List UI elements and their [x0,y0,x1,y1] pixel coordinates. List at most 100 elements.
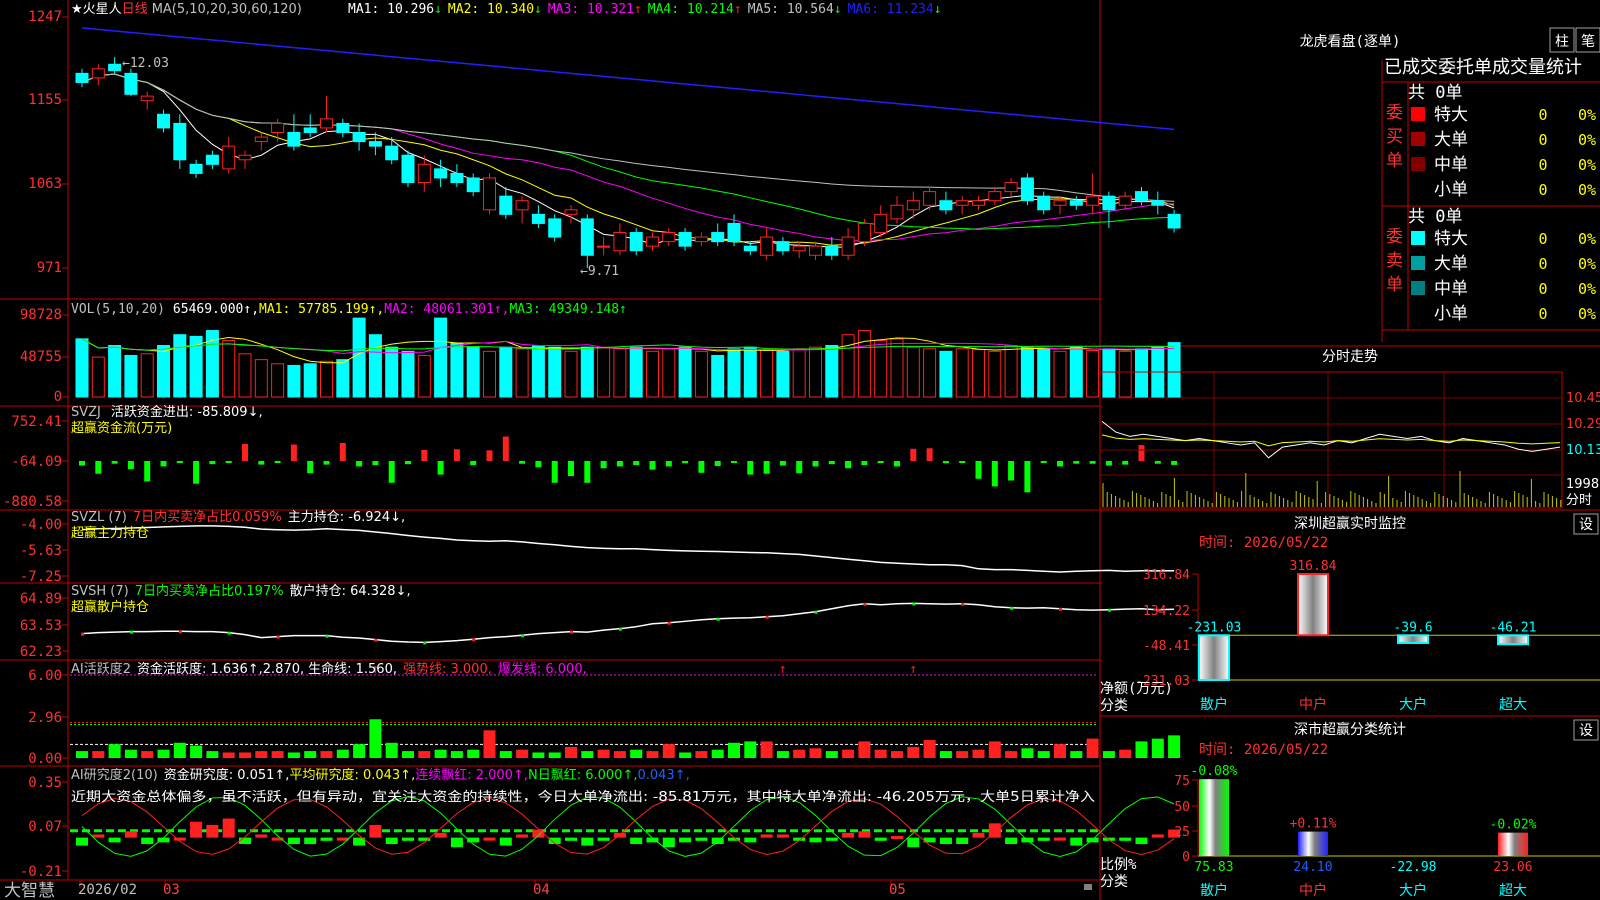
fund-flow-bar [225,461,232,464]
candle-body [320,118,333,129]
fund-flow-bar [1171,461,1178,465]
research-bar [499,837,512,846]
candle-body [254,136,268,143]
vol-value: 65469.000↑, [173,302,259,317]
candle-body [1053,200,1067,206]
fund-flow-bar [1105,461,1112,466]
candle-body [1086,195,1100,206]
activity-bar [1054,744,1066,758]
activity-bar [548,752,561,758]
fund-flow-bar [535,461,542,468]
activity-bar [206,751,219,758]
monitor-tick: 316.84 [1143,568,1190,583]
svsh-tick: 62.23 [20,644,62,660]
holding-dot [716,617,720,621]
volume-bar [434,317,448,398]
fund-flow-bar [991,461,998,487]
activity-bar [662,744,675,758]
fund-flow-bar [600,461,607,469]
activity-bar [1070,751,1083,758]
activity-bar [1021,748,1034,758]
x-label: 05 [889,882,906,898]
activity-bar [1102,751,1115,758]
x-label: 04 [533,882,550,898]
fund-flow-bar [568,461,574,476]
vol-tick: 0 [54,389,62,405]
volume-bar [1020,346,1034,398]
ai1-active: 资金活跃度: 1.636↑, [137,661,263,677]
order-swatch [1411,281,1425,295]
svzl-axis: -4.00 -5.63 -7.25 [20,517,62,585]
fund-flow-bar [95,461,102,474]
research-bar [304,837,317,844]
brand-label: 大智慧 [4,881,55,900]
volume-bar [254,359,268,398]
candle-body [662,232,676,243]
research-bar [695,837,708,841]
stats-title: 深市超赢分类统计 [1294,721,1406,738]
candle-body [1020,177,1034,202]
vertical-char: 买 [1386,127,1403,147]
ai2-axis: 0.35 0.07 -0.21 [20,775,62,880]
intraday-tick: 10.45 [1566,391,1600,406]
stats-category: 中户 [1299,882,1327,899]
candle-body [694,236,708,243]
volume-bar [809,346,822,398]
candle-body [564,209,578,215]
ai2-tail: 0.043↑, [637,768,689,783]
monitor-category: 大户 [1399,696,1427,713]
monitor-tick: -48.41 [1143,639,1190,654]
activity-bar [516,749,529,758]
candle-body [189,163,203,174]
candle-body [711,232,725,243]
volume-bar [597,346,611,398]
fund-flow-bar [1154,461,1161,464]
monitor-y-label: 净额(万元) [1100,681,1173,697]
activity-bar [613,751,626,758]
activity-bar [418,751,431,758]
fund-flow-bar [959,461,966,464]
research-bar [630,837,643,844]
candle-body [238,154,252,161]
ma-value: MA6: 11.234 [848,2,934,17]
volume-bar [1037,348,1051,398]
activity-bar [728,742,740,758]
order-swatch [1411,107,1425,121]
research-bar [76,837,88,846]
stats-time: 时间: 2026/05/22 [1199,742,1328,758]
activity-bar [450,751,463,758]
activity-bar [809,748,822,758]
ai2-tick: -0.21 [20,864,62,880]
stats-change: -0.08% [1191,764,1238,779]
ma-arrow: ↓ [934,2,942,17]
candle-body [825,245,839,256]
volume-bar [776,350,790,398]
price-header: ★火星人日线 MA(5,10,20,30,60,120) MA1: 10.296↓… [71,2,942,17]
intraday-title: 分时走势 [1322,349,1378,365]
volume-bar [222,340,236,398]
ai1-header: AI活跃度2 资金活跃度: 1.636↑,2.870, 生命线: 1.560, 强势线… [71,661,587,677]
volume-bar [1167,342,1181,398]
holding-dot [472,638,476,642]
monitor-bar [1297,573,1329,637]
sell-label: 委卖单 [1386,227,1403,295]
activity-bar [124,749,137,758]
fund-flow-bar [877,461,884,464]
volume-bar [727,348,741,398]
research-bar [581,837,594,846]
activity-bar [646,751,659,758]
stats-bar [1298,831,1328,856]
research-bar [450,837,463,848]
research-bar [1037,837,1050,841]
fund-flow-bar [942,461,949,464]
moving-average-lines [81,27,1175,248]
activity-bar [402,751,414,758]
svsh-header: SVSH (7) 7日内买卖净占比0.197% 散户持仓: 64.328↓, [71,583,411,599]
ai2-research: 资金研究度: 0.051↑, [164,767,290,783]
order-name: 小单 [1434,180,1468,200]
vol-header: VOL(5,10,20) 65469.000↑,MA1: 57785.199↑,M… [71,302,627,317]
activity-bar [173,742,186,758]
volume-bar [75,338,89,398]
activity-bar [923,740,936,758]
volume-bar [1118,350,1132,398]
